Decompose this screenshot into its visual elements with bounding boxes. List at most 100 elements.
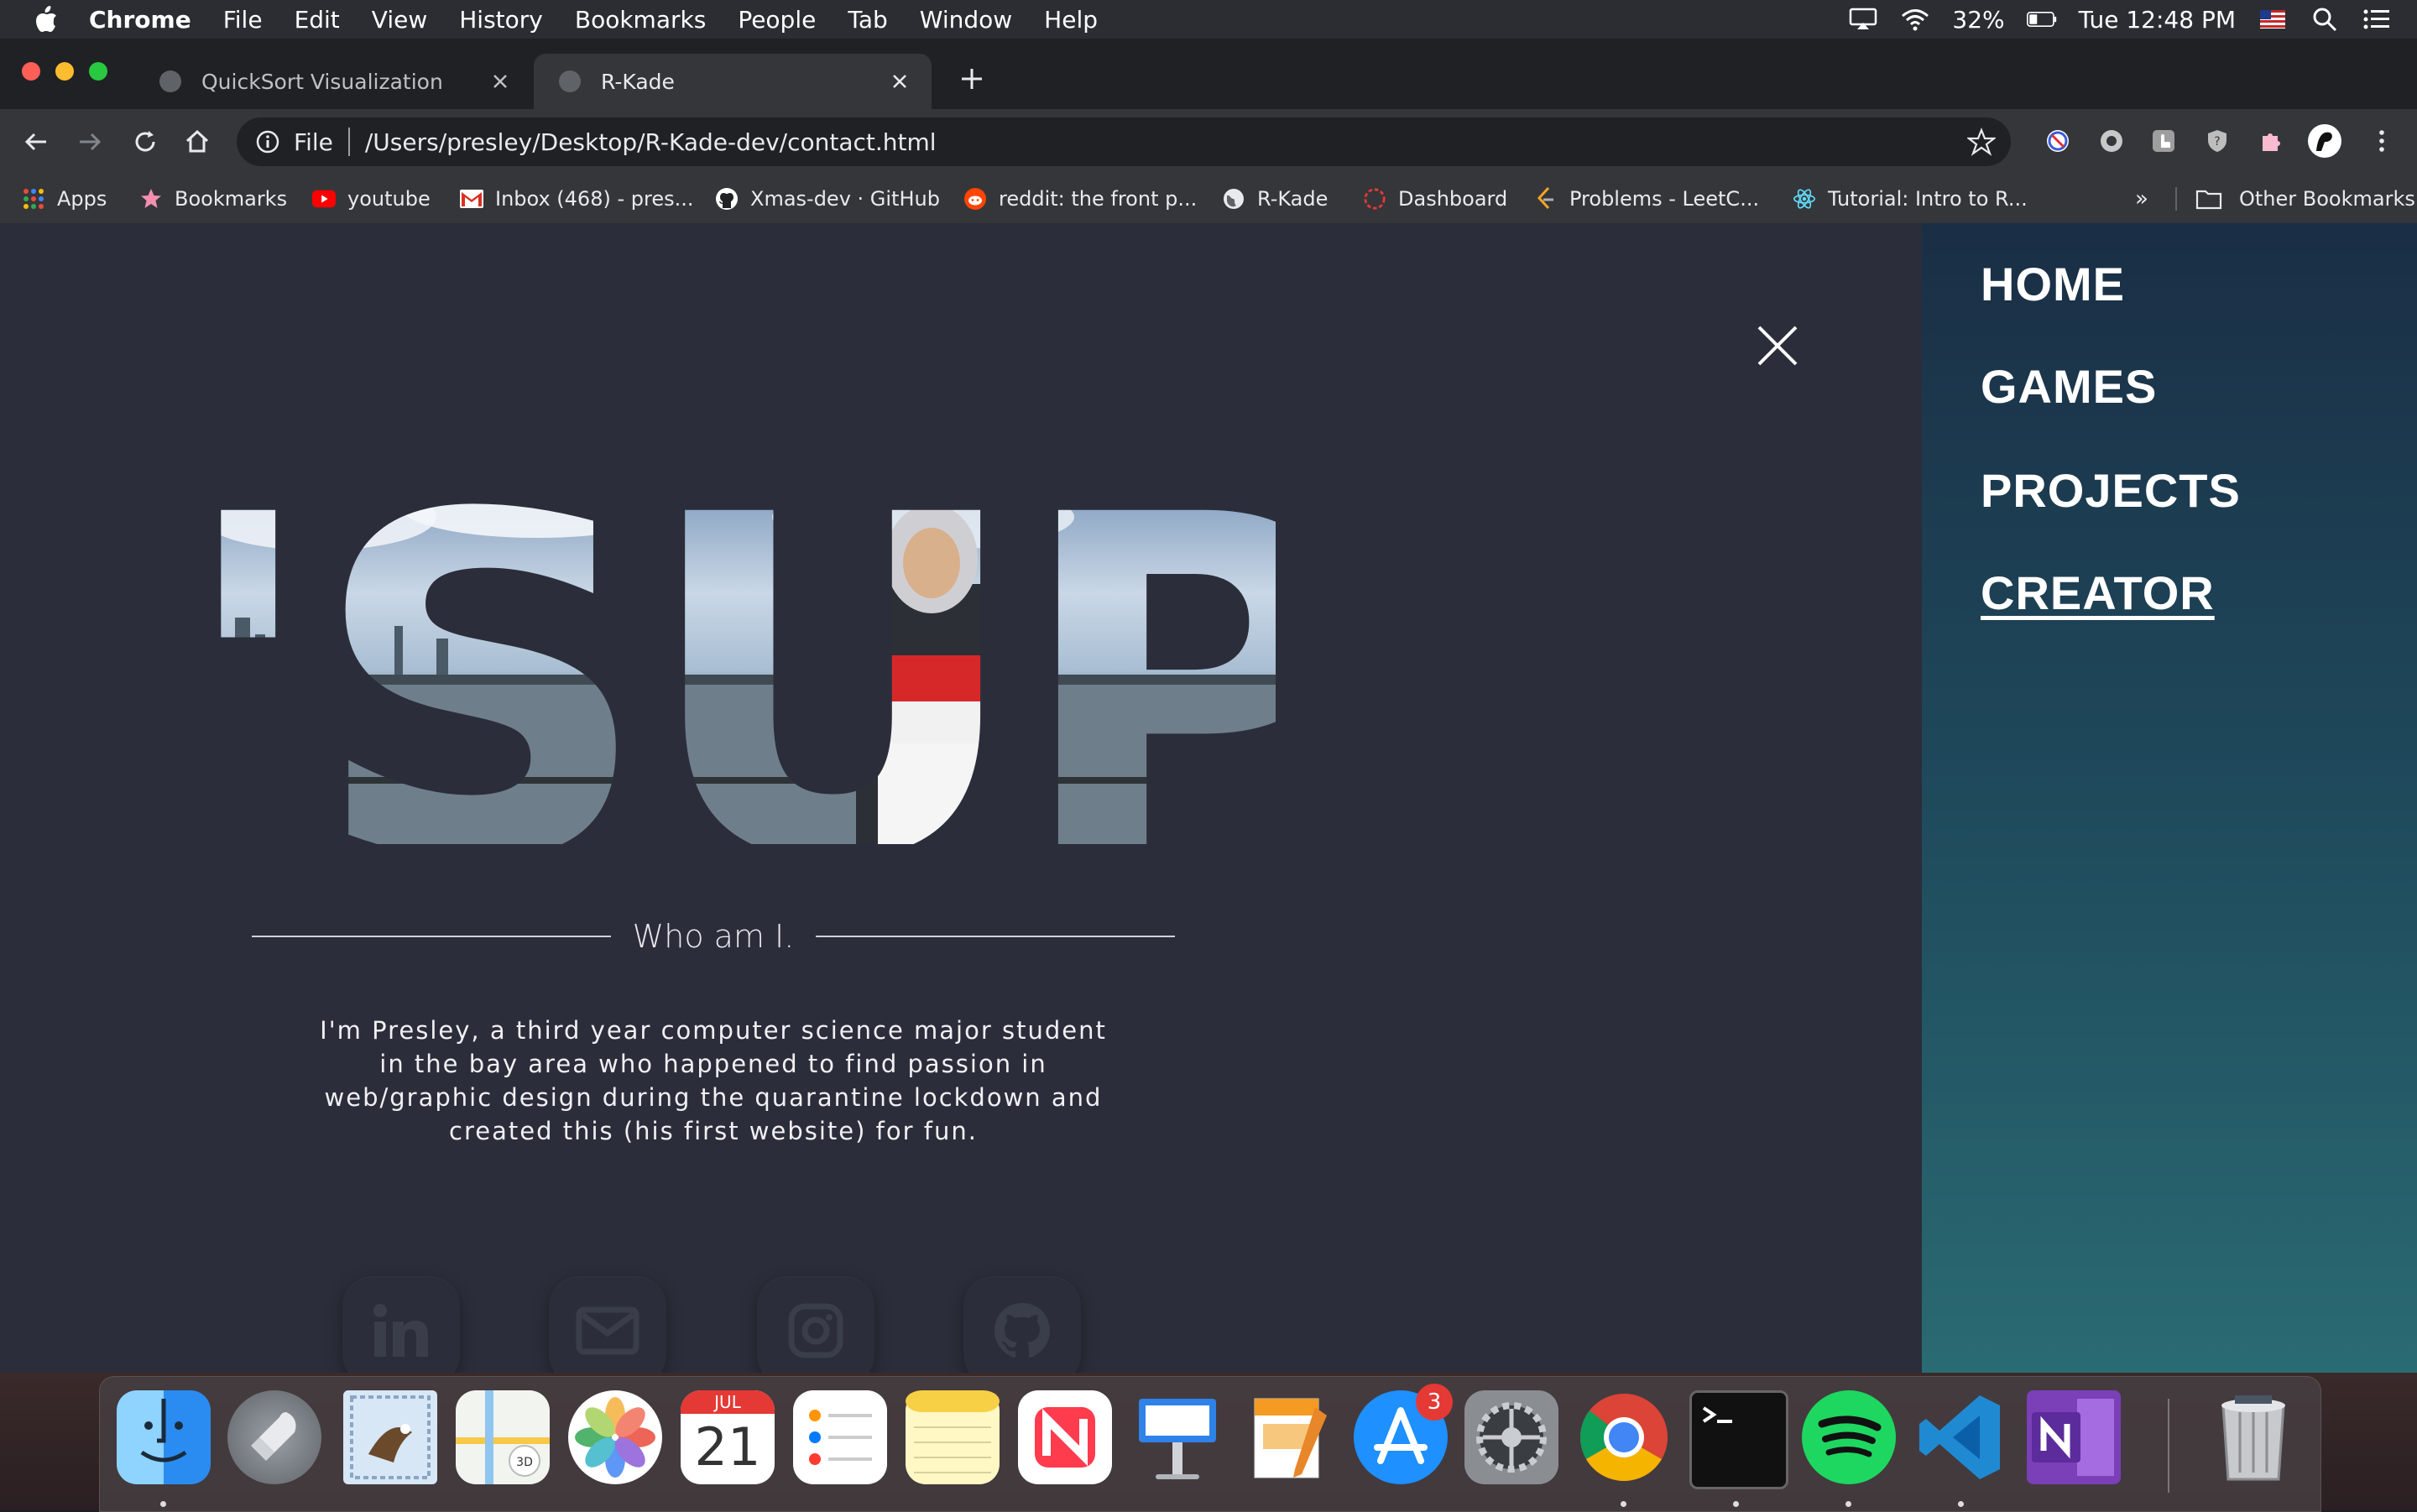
tab-strip: QuickSort Visualization R-Kade <box>0 39 2417 109</box>
menu-bookmarks[interactable]: Bookmarks <box>575 6 706 34</box>
forward-icon[interactable] <box>74 126 106 158</box>
chrome-menu-icon[interactable] <box>2365 124 2399 158</box>
touch-extension-icon[interactable] <box>2147 124 2180 158</box>
menu-history[interactable]: History <box>459 6 543 34</box>
email-button[interactable] <box>549 1276 666 1385</box>
dock-pages[interactable] <box>1243 1390 1337 1484</box>
bookmark-label: youtube <box>347 187 431 211</box>
dock-chrome[interactable] <box>1577 1390 1671 1484</box>
side-navigation: HOME GAMES PROJECTS CREATOR <box>1922 223 2417 1415</box>
bookmark-leetcode[interactable]: Problems - LeetC... <box>1534 183 1759 215</box>
bookmark-reddit[interactable]: reddit: the front p... <box>963 183 1197 215</box>
dock-photos[interactable] <box>568 1390 662 1484</box>
bookmark-apps[interactable]: Apps <box>22 183 107 215</box>
dock-finder[interactable] <box>117 1390 211 1484</box>
block-extension-icon[interactable] <box>2041 124 2075 158</box>
grammar-extension-icon[interactable] <box>2095 124 2128 158</box>
reddit-icon <box>963 187 987 211</box>
photos-flower-icon <box>575 1397 655 1478</box>
dock-vscode[interactable] <box>1914 1390 2008 1484</box>
menu-help[interactable]: Help <box>1044 6 1098 34</box>
bookmark-r-kade[interactable]: R-Kade <box>1222 183 1328 215</box>
bookmark-bookmarks[interactable]: Bookmarks <box>139 183 287 215</box>
tab-close-icon[interactable] <box>488 70 512 93</box>
github-button[interactable] <box>963 1276 1081 1385</box>
tab-close-icon[interactable] <box>888 70 911 93</box>
extensions-puzzle-icon[interactable] <box>2254 124 2288 158</box>
window-minimize-button[interactable] <box>55 62 74 81</box>
control-list-icon[interactable] <box>2362 7 2392 32</box>
dock-launchpad[interactable] <box>227 1390 321 1484</box>
menu-view[interactable]: View <box>372 6 427 34</box>
address-bar[interactable]: File /Users/presley/Desktop/R-Kade-dev/c… <box>237 117 2011 166</box>
bookmark-label: Other Bookmarks <box>2239 187 2415 211</box>
bookmark-dashboard[interactable]: Dashboard <box>1363 183 1507 215</box>
tab-quicksort[interactable]: QuickSort Visualization <box>134 54 532 109</box>
dock-news[interactable] <box>1018 1390 1112 1484</box>
running-indicator <box>1733 1501 1739 1507</box>
nav-home[interactable]: HOME <box>1981 257 2125 311</box>
nav-projects[interactable]: PROJECTS <box>1981 463 2241 518</box>
browser-window: QuickSort Visualization R-Kade File /Use… <box>0 39 2417 1415</box>
reload-icon[interactable] <box>129 126 161 158</box>
dock-system-preferences[interactable] <box>1464 1390 1558 1484</box>
dock-maps[interactable]: 3D <box>456 1390 550 1484</box>
running-indicator <box>1958 1501 1964 1507</box>
apple-icon[interactable] <box>34 5 59 34</box>
back-icon[interactable] <box>20 126 52 158</box>
info-icon[interactable] <box>255 129 280 154</box>
menu-tab[interactable]: Tab <box>848 6 887 34</box>
dock-app-store[interactable]: 3 <box>1354 1384 1453 1484</box>
battery-icon[interactable] <box>2026 7 2057 32</box>
section-subtitle: Who am I. <box>632 918 795 955</box>
us-flag-icon[interactable] <box>2258 7 2288 32</box>
dock-notes[interactable] <box>906 1390 1000 1484</box>
nav-creator[interactable]: CREATOR <box>1981 566 2215 620</box>
new-tab-icon[interactable] <box>957 64 987 94</box>
instagram-button[interactable] <box>757 1276 874 1385</box>
bookmark-react-tutorial[interactable]: Tutorial: Intro to R... <box>1793 183 2028 215</box>
gmail-icon <box>460 187 483 211</box>
menu-file[interactable]: File <box>223 6 263 34</box>
dock-terminal[interactable] <box>1689 1390 1788 1489</box>
wifi-icon[interactable] <box>1900 7 1930 32</box>
clock[interactable]: Tue 12:48 PM <box>2079 6 2236 34</box>
bookmark-star-icon[interactable] <box>1967 128 1996 156</box>
dock-onenote[interactable] <box>2027 1390 2121 1484</box>
shield-extension-icon[interactable]: ? <box>2200 124 2234 158</box>
close-menu-icon[interactable] <box>1756 324 1799 368</box>
folder-icon <box>2175 187 2227 211</box>
tab-r-kade[interactable]: R-Kade <box>534 54 932 109</box>
dock-calendar[interactable]: JUL 21 <box>681 1390 775 1484</box>
url-scheme: File <box>294 128 333 156</box>
window-close-button[interactable] <box>22 62 40 81</box>
menu-people[interactable]: People <box>738 6 816 34</box>
dock-spotify[interactable] <box>1802 1390 1896 1484</box>
profile-avatar[interactable] <box>2308 124 2341 158</box>
react-icon <box>1793 187 1816 211</box>
spotlight-search-icon[interactable] <box>2310 7 2340 32</box>
nav-games[interactable]: GAMES <box>1981 359 2157 414</box>
bookmark-youtube[interactable]: youtube <box>312 183 431 215</box>
menu-app-name[interactable]: Chrome <box>89 6 191 34</box>
dock-reminders[interactable] <box>793 1390 887 1484</box>
bookmarks-overflow-button[interactable]: » <box>2135 183 2148 215</box>
linkedin-button[interactable] <box>342 1276 460 1385</box>
menu-edit[interactable]: Edit <box>295 6 340 34</box>
dock-keynote[interactable] <box>1130 1390 1224 1484</box>
menu-window[interactable]: Window <box>920 6 1012 34</box>
dock-trash[interactable] <box>2206 1390 2300 1484</box>
trash-icon <box>2221 1395 2285 1481</box>
bookmark-inbox[interactable]: Inbox (468) - pres... <box>460 183 693 215</box>
dock-mail[interactable] <box>343 1390 437 1484</box>
notes-icon <box>906 1390 1000 1473</box>
status-area: 32% Tue 12:48 PM <box>1848 0 2392 39</box>
window-zoom-button[interactable] <box>89 62 107 81</box>
bookmarks-bar: Apps Bookmarks youtube Inbox (468) - pre… <box>0 175 2417 224</box>
url-text[interactable]: /Users/presley/Desktop/R-Kade-dev/contac… <box>365 128 937 156</box>
eagle-stamp-icon <box>350 1395 431 1479</box>
home-icon[interactable] <box>181 126 213 158</box>
bookmark-github[interactable]: Xmas-dev · GitHub <box>715 183 940 215</box>
bookmark-other-bookmarks[interactable]: Other Bookmarks <box>2175 183 2415 215</box>
airplay-icon[interactable] <box>1848 7 1878 32</box>
